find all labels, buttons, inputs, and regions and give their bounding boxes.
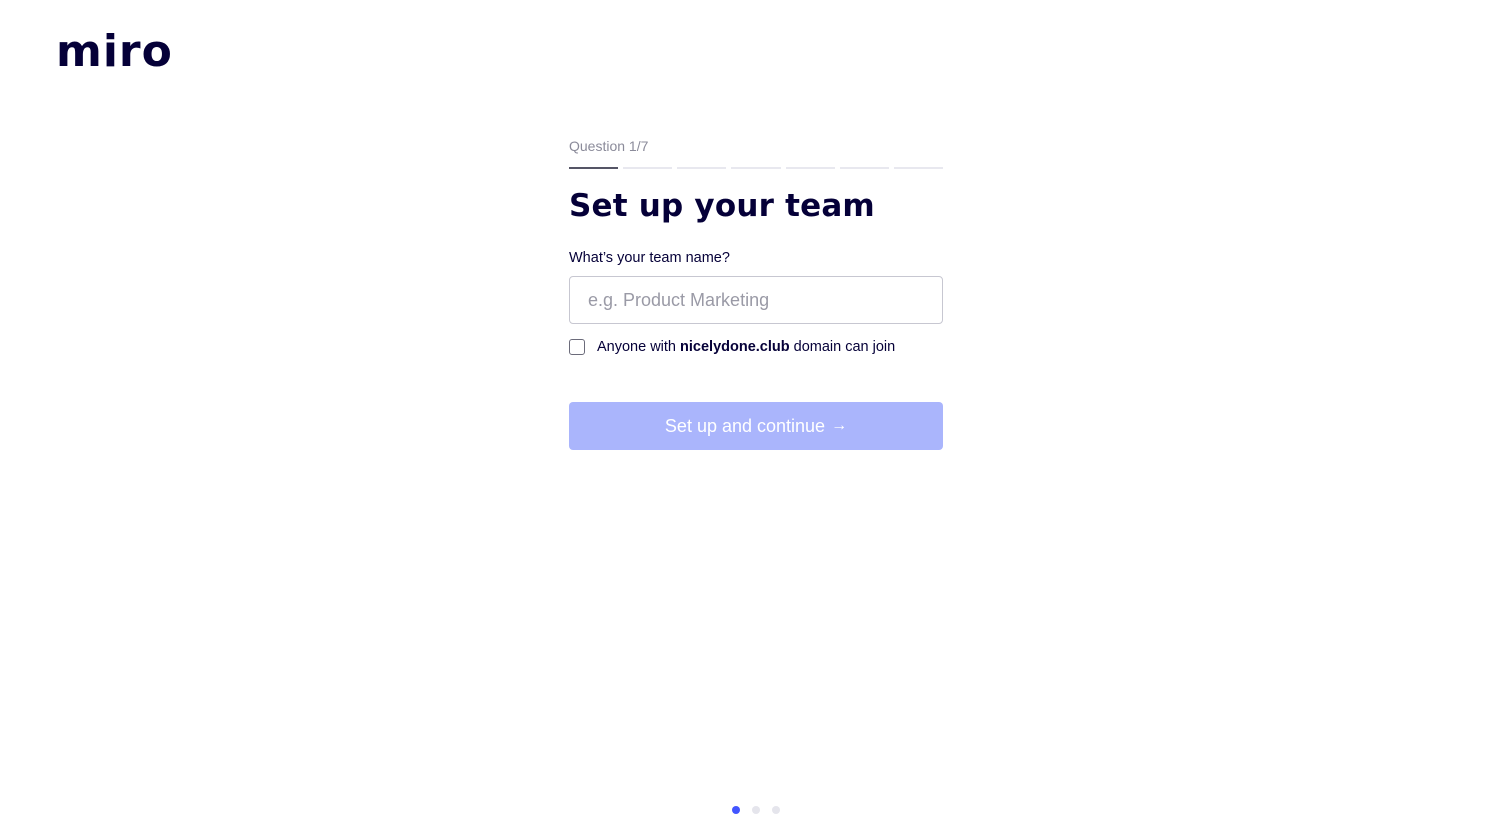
arrow-right-icon: → — [831, 417, 848, 434]
pagination-dots — [732, 806, 780, 814]
progress-segment — [893, 167, 943, 169]
domain-name: nicelydone.club — [680, 339, 790, 355]
team-name-label: What’s your team name? — [569, 250, 730, 266]
progress-segment — [839, 167, 889, 169]
team-setup-form: Question 1/7 Set up your team What’s you… — [569, 136, 943, 450]
domain-join-label: Anyone with nicelydone.club domain can j… — [597, 339, 895, 355]
progress-segment — [785, 167, 835, 169]
progress-segment — [569, 167, 619, 169]
domain-join-row: Anyone with nicelydone.club domain can j… — [569, 339, 943, 355]
set-up-continue-button[interactable]: Set up and continue → — [569, 402, 943, 450]
page-title: Set up your team — [569, 188, 875, 224]
question-counter: Question 1/7 — [569, 138, 649, 154]
domain-join-prefix: Anyone with — [597, 339, 681, 355]
progress-segment — [731, 167, 781, 169]
question-progress-bar — [569, 167, 943, 169]
continue-button-label: Set up and continue — [664, 415, 826, 436]
domain-join-suffix: domain can join — [789, 339, 896, 355]
miro-logo: miro — [56, 26, 173, 77]
progress-segment — [677, 167, 727, 169]
domain-join-checkbox[interactable] — [569, 339, 585, 355]
pagination-dot[interactable] — [752, 806, 760, 814]
progress-segment — [623, 167, 673, 169]
team-name-input[interactable] — [569, 276, 943, 324]
onboarding-page: miro Question 1/7 Set up your team What’… — [0, 0, 1512, 814]
pagination-dot[interactable] — [732, 806, 740, 814]
pagination-dot[interactable] — [772, 806, 780, 814]
